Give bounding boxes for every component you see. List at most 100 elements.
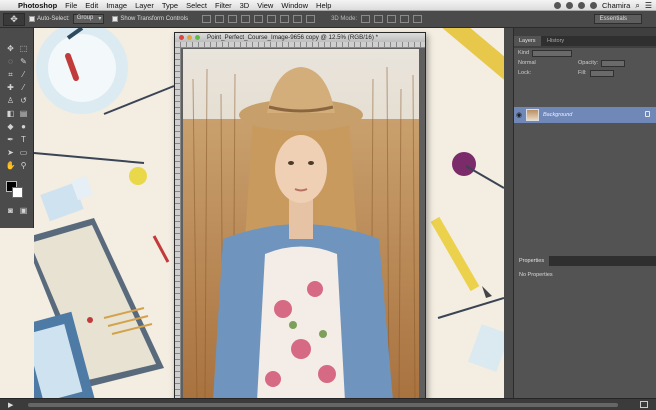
align-left-icon[interactable] (241, 15, 251, 23)
auto-select-dropdown[interactable]: Group (72, 14, 105, 24)
blend-mode-dropdown[interactable]: Normal (518, 60, 578, 66)
auto-select-checkbox[interactable] (29, 16, 35, 22)
tab-history[interactable]: History (542, 36, 569, 46)
list-icon[interactable]: ☰ (645, 1, 652, 10)
3d-roll-icon[interactable] (374, 15, 384, 23)
show-transform-checkbox[interactable] (112, 16, 119, 22)
menu-view[interactable]: View (257, 1, 273, 10)
history-brush-icon[interactable]: ↺ (17, 95, 30, 106)
zoom-tool-icon[interactable]: ⚲ (17, 160, 30, 171)
shape-tool-icon[interactable]: ▭ (17, 147, 30, 158)
search-icon[interactable]: ⌕ (635, 1, 639, 11)
opacity-field[interactable] (601, 59, 626, 67)
move-tool-icon[interactable]: ✥ (3, 12, 25, 26)
collapsed-panel-strip[interactable] (504, 28, 514, 398)
eyedropper-tool-icon[interactable]: ⁄ (17, 69, 30, 80)
eye-icon[interactable]: ◉ (514, 111, 524, 119)
quick-select-tool-icon[interactable]: ✎ (17, 56, 30, 67)
volume-icon[interactable] (590, 2, 597, 9)
gradient-tool-icon[interactable]: ▤ (17, 108, 30, 119)
align-center-icon[interactable] (254, 15, 264, 23)
layer-thumbnail (526, 109, 539, 121)
app-menu[interactable]: Photoshop (18, 1, 57, 10)
menu-3d[interactable]: 3D (240, 1, 250, 10)
status-icon[interactable] (566, 2, 573, 9)
dodge-tool-icon[interactable]: ● (17, 121, 30, 132)
play-icon[interactable]: ▶ (8, 401, 13, 409)
blend-row: Normal Opacity: (514, 58, 656, 68)
menu-window[interactable]: Window (281, 1, 308, 10)
vertical-ruler[interactable] (175, 48, 181, 401)
align-middle-icon[interactable] (215, 15, 225, 23)
distribute-icon[interactable] (280, 15, 290, 23)
menu-file[interactable]: File (65, 1, 77, 10)
menu-help[interactable]: Help (316, 1, 331, 10)
tab-properties[interactable]: Properties (514, 256, 550, 266)
filter-icons[interactable] (532, 49, 573, 57)
screen: Photoshop File Edit Image Layer Type Sel… (0, 0, 656, 410)
healing-brush-icon[interactable]: ✚ (4, 82, 17, 93)
filter-kind-dropdown[interactable]: Kind (518, 50, 529, 56)
document-title-bar[interactable]: Point_Perfect_Course_Image-9656 copy @ 1… (175, 33, 425, 42)
marquee-tool-icon[interactable]: ⬚ (17, 43, 30, 54)
3d-pan-icon[interactable] (387, 15, 397, 23)
minimize-icon[interactable] (187, 35, 192, 40)
status-icon[interactable] (554, 2, 561, 9)
zoom-icon[interactable] (195, 35, 200, 40)
status-area: Chamira ⌕ ☰ (554, 0, 652, 11)
opacity-label: Opacity: (578, 60, 599, 66)
distribute-icon[interactable] (306, 15, 316, 23)
photo-canvas[interactable] (183, 49, 419, 401)
align-top-icon[interactable] (202, 15, 212, 23)
3d-scale-icon[interactable] (413, 15, 423, 23)
tab-layers[interactable]: Layers (514, 36, 541, 46)
lock-row: Lock: Fill: (514, 68, 656, 78)
3d-slide-icon[interactable] (400, 15, 410, 23)
align-right-icon[interactable] (267, 15, 277, 23)
menu-filter[interactable]: Filter (215, 1, 232, 10)
lock-icon[interactable] (645, 111, 650, 117)
close-icon[interactable] (179, 35, 184, 40)
brush-tool-icon[interactable]: ⁄ (17, 82, 30, 93)
hand-tool-icon[interactable]: ✋ (4, 160, 17, 171)
layer-row-background[interactable]: ◉ Background (514, 107, 656, 123)
lock-label: Lock: (518, 70, 532, 76)
quick-mask-icon[interactable]: ◙ (4, 205, 17, 216)
menu-type[interactable]: Type (162, 1, 178, 10)
fullscreen-icon[interactable] (640, 401, 648, 408)
align-bottom-icon[interactable] (228, 15, 238, 23)
menu-select[interactable]: Select (186, 1, 207, 10)
properties-panel-tabs: Properties (514, 256, 656, 266)
clone-stamp-icon[interactable]: ♙ (4, 95, 17, 106)
options-bar: ✥ Auto-Select: Group Show Transform Cont… (0, 11, 656, 28)
user-name[interactable]: Chamira (602, 1, 630, 10)
video-controls: ▶ (0, 398, 656, 410)
move-tool-icon[interactable]: ✥ (4, 43, 17, 54)
wifi-icon[interactable] (578, 2, 585, 9)
3d-rotate-icon[interactable] (361, 15, 371, 23)
tools-panel: ✥ ⬚ ◌ ✎ ⌗ ⁄ ✚ ⁄ ♙ ↺ ◧ ▤ ◆ ● ✒ T ➤ ▭ ✋ ⚲ … (0, 28, 34, 228)
screen-mode-icon[interactable]: ▣ (17, 205, 30, 216)
document-window[interactable]: Point_Perfect_Course_Image-9656 copy @ 1… (174, 32, 426, 401)
crop-tool-icon[interactable]: ⌗ (4, 69, 17, 80)
type-tool-icon[interactable]: T (17, 134, 30, 145)
seek-bar[interactable] (28, 403, 618, 407)
no-properties-text: No Properties (519, 272, 553, 278)
layer-filter-row: Kind (514, 48, 656, 58)
menu-layer[interactable]: Layer (135, 1, 154, 10)
workspace-dropdown[interactable]: Essentials (593, 14, 642, 24)
horizontal-ruler[interactable] (175, 42, 425, 48)
path-select-icon[interactable]: ➤ (4, 147, 17, 158)
pen-tool-icon[interactable]: ✒ (4, 134, 17, 145)
layer-name[interactable]: Background (543, 112, 572, 118)
menu-image[interactable]: Image (106, 1, 127, 10)
portrait-photo (183, 49, 419, 401)
menu-edit[interactable]: Edit (85, 1, 98, 10)
document-title: Point_Perfect_Course_Image-9656 copy @ 1… (207, 34, 379, 41)
eraser-tool-icon[interactable]: ◧ (4, 108, 17, 119)
lasso-tool-icon[interactable]: ◌ (4, 56, 17, 67)
background-color-swatch[interactable] (12, 187, 23, 198)
distribute-icon[interactable] (293, 15, 303, 23)
blur-tool-icon[interactable]: ◆ (4, 121, 17, 132)
fill-field[interactable] (589, 69, 614, 77)
